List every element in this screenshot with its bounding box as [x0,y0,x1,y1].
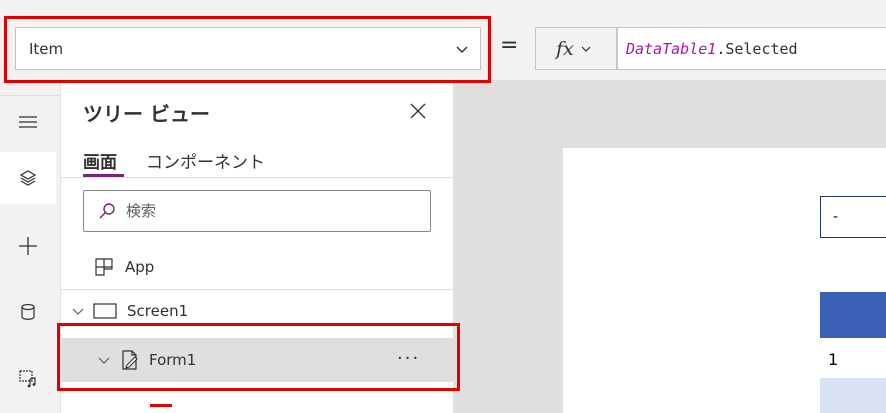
highlight-fragment [150,404,172,407]
data-icon [21,303,35,320]
tree-item-app[interactable]: App [61,250,454,284]
data-table-header[interactable] [820,292,886,338]
search-icon [99,203,115,219]
add-icon [19,237,37,255]
media-icon [19,370,36,388]
equals-sign: = [500,33,519,58]
canvas-dropdown[interactable]: - [820,196,886,238]
insert-button[interactable] [0,220,56,272]
search-box[interactable] [83,190,431,232]
chevron-down-icon [456,46,468,53]
formula-property-name: .Selected [716,39,798,58]
fx-button[interactable]: fx [535,27,617,70]
screen-canvas [563,148,886,413]
app-window: Item = fx DataTable1 .Selected - 1 ツリー ビ… [0,0,886,413]
tree-item-screen1[interactable]: Screen1 [61,294,454,328]
data-table-row[interactable] [820,378,886,413]
media-button[interactable] [0,352,56,404]
tree-item-form1[interactable]: Form1 ··· [61,338,454,382]
menu-button[interactable] [0,96,56,148]
form-icon [122,350,138,370]
close-icon[interactable] [407,100,429,122]
tree-item-label: App [125,258,155,276]
more-options-icon[interactable]: ··· [397,348,420,369]
data-button[interactable] [0,286,56,338]
layers-icon [19,170,37,186]
formula-input[interactable]: DataTable1 .Selected [617,27,886,70]
property-dropdown[interactable]: Item [15,27,481,70]
fx-icon: fx [556,37,574,60]
property-value: Item [29,39,64,58]
tree-view-button[interactable] [0,152,56,204]
chevron-down-icon[interactable] [71,304,85,318]
tree-divider [61,289,454,290]
data-table-cell[interactable]: 1 [828,350,838,369]
tree-item-label: Screen1 [127,302,189,320]
chevron-down-icon[interactable] [97,353,111,367]
menu-icon [19,116,37,128]
tab-divider [61,177,454,178]
canvas-dropdown-value: - [833,209,839,225]
left-rail [0,96,60,413]
screen-icon [93,303,117,319]
tree-view-title: ツリー ビュー [83,102,210,126]
tab-screens[interactable]: 画面 [83,148,117,173]
tab-components[interactable]: コンポーネント [146,148,265,173]
app-icon [95,258,113,276]
chevron-down-icon [581,46,591,52]
search-input[interactable] [126,202,406,220]
tree-view-panel: ツリー ビュー 画面 コンポーネント App Screen1 Form1 ··· [60,80,454,413]
formula-control-name: DataTable1 [626,39,717,58]
tree-item-label: Form1 [149,351,197,369]
